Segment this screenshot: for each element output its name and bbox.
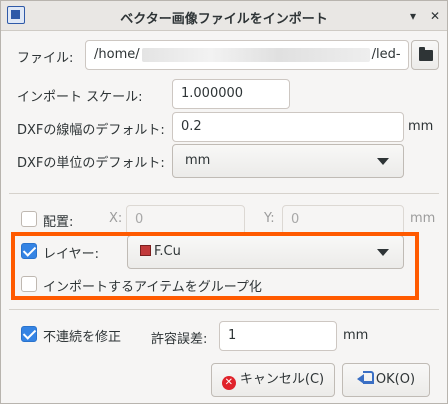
dxf-units-value: mm [185, 153, 211, 168]
placement-y-input[interactable]: 0 [282, 205, 404, 235]
file-path-end: /led- [371, 47, 401, 62]
window-menu-icon[interactable]: ▾ [405, 8, 421, 24]
separator [9, 193, 439, 194]
placement-x-label: X: [109, 211, 123, 226]
dxf-units-dropdown[interactable]: mm [172, 144, 404, 178]
redacted-path [141, 47, 370, 62]
placement-x-input[interactable]: 0 [126, 205, 245, 235]
tolerance-label: 許容誤差: [151, 332, 208, 347]
placement-label: 配置: [43, 215, 74, 230]
fix-discontinuity-checkbox[interactable] [21, 326, 37, 342]
highlight-box [11, 232, 419, 300]
tolerance-input[interactable]: 1 [219, 321, 337, 351]
dxf-line-width-label: DXFの線幅のデフォルト: [17, 123, 165, 138]
dxf-line-width-unit: mm [408, 119, 434, 134]
cancel-button-label: キャンセル(C) [239, 372, 325, 387]
scale-label: インポート スケール: [17, 90, 143, 105]
close-icon[interactable]: ✕ [427, 8, 443, 24]
tolerance-unit: mm [343, 328, 369, 343]
folder-icon [419, 47, 433, 61]
ok-button[interactable]: OK(O) [342, 363, 430, 397]
file-path-start: /home/ [94, 47, 140, 62]
browse-button[interactable] [411, 40, 439, 70]
cancel-button-content: ✕ キャンセル(C) [212, 364, 334, 396]
chevron-down-icon [377, 158, 389, 165]
import-vector-dialog: ベクター画像ファイルをインポート ▾ ✕ ファイル: /home/ /led- イ… [0, 0, 448, 404]
file-label: ファイル: [17, 51, 74, 66]
file-path-input[interactable]: /home/ /led- [85, 40, 409, 70]
ok-button-label: OK(O) [375, 372, 416, 387]
cancel-icon: ✕ [221, 376, 236, 390]
title-bar: ベクター画像ファイルをインポート ▾ ✕ [1, 1, 447, 31]
ok-button-content: OK(O) [343, 364, 429, 396]
separator [9, 309, 439, 310]
placement-checkbox[interactable] [21, 211, 37, 227]
placement-y-label: Y: [264, 211, 275, 226]
scale-input[interactable]: 1.000000 [172, 79, 290, 109]
placement-unit: mm [410, 211, 436, 226]
window-title: ベクター画像ファイルをインポート [120, 12, 328, 27]
return-arrow-icon [356, 371, 374, 385]
dxf-units-label: DXFの単位のデフォルト: [17, 156, 165, 171]
dxf-line-width-input[interactable]: 0.2 [172, 112, 404, 142]
fix-discontinuity-label: 不連続を修正 [43, 330, 122, 345]
cancel-button[interactable]: ✕ キャンセル(C) [211, 363, 335, 397]
